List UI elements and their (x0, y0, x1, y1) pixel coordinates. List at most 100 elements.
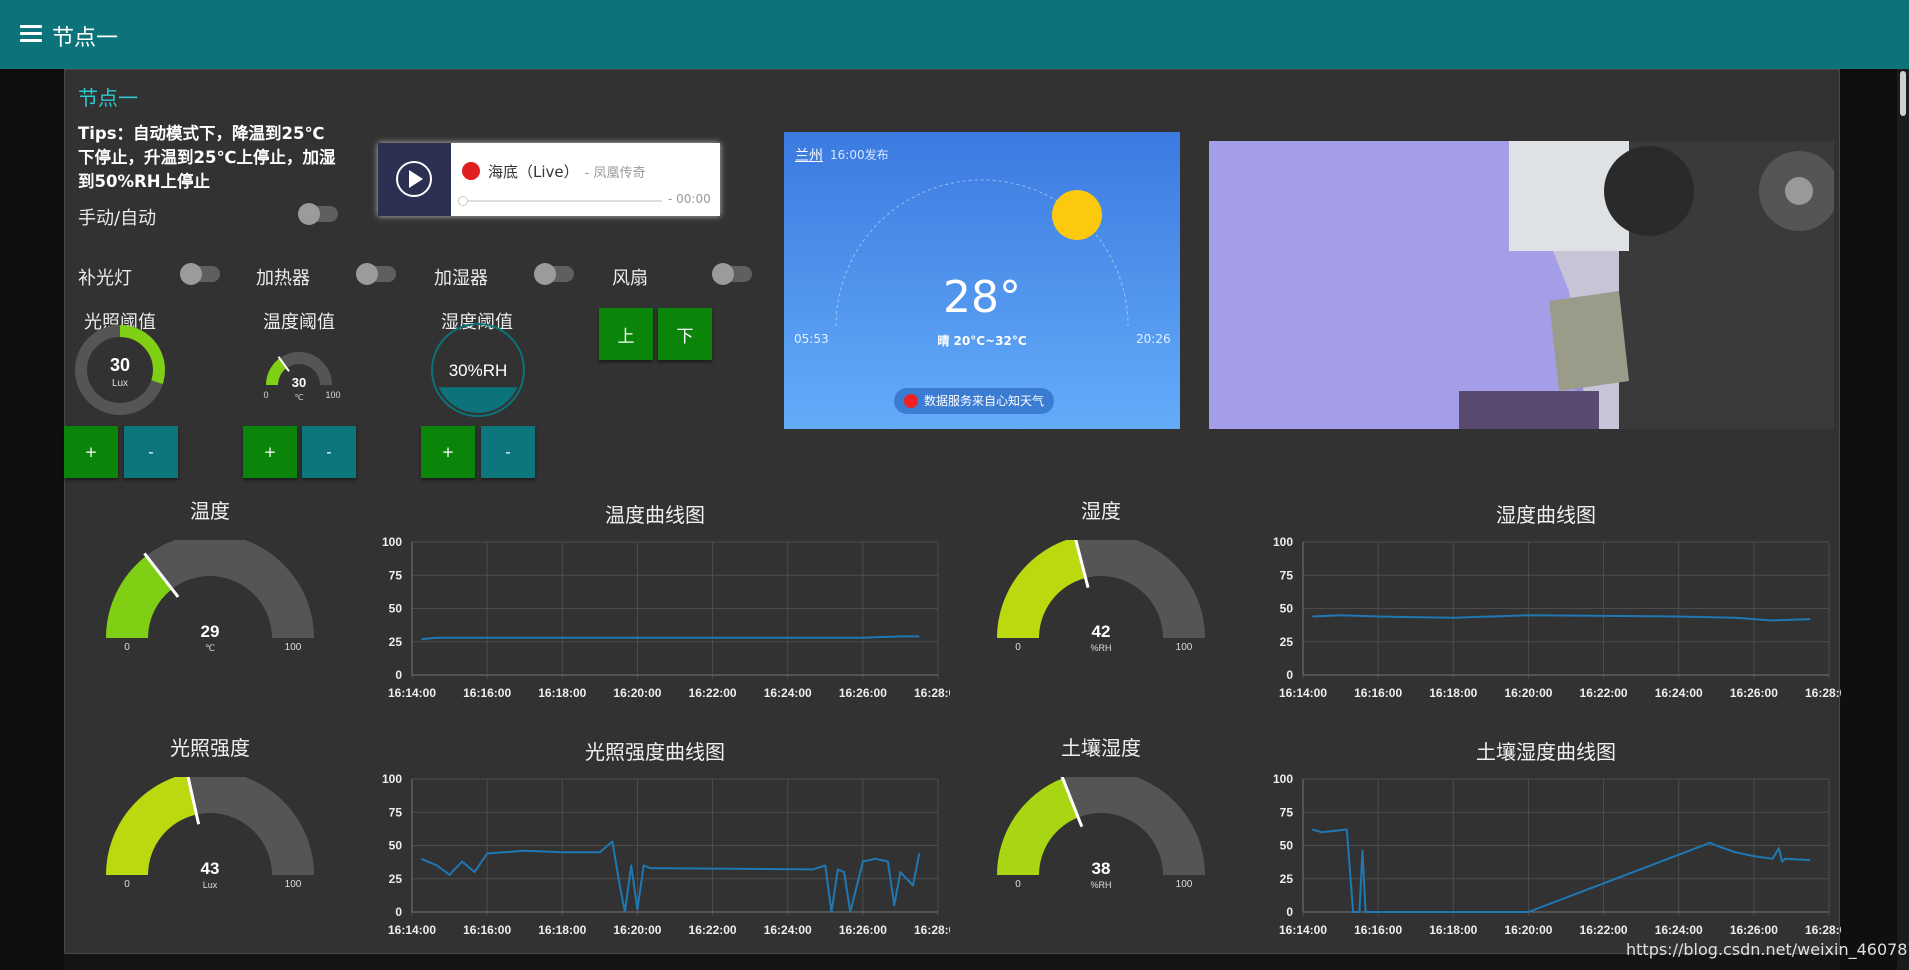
y-tick-label: 100 (382, 772, 402, 786)
watermark: https://blog.csdn.net/weixin_46078759 (1626, 940, 1909, 959)
x-tick-label: 16:16:00 (1354, 686, 1402, 700)
temp-threshold-label: 温度阈值 (263, 312, 335, 333)
y-tick-label: 100 (382, 535, 402, 549)
switch-label-fill-light: 补光灯 (78, 268, 132, 289)
progress-handle[interactable] (458, 196, 468, 206)
x-tick-label: 16:22:00 (689, 923, 737, 937)
series-line (1312, 828, 1811, 913)
soil-line-chart: 0 25 50 75 100 16:14:00 16:16:00 16:18:00 16:20:… (1273, 772, 1841, 937)
y-tick-label: 50 (389, 602, 403, 616)
gauge-unit: %RH (1090, 880, 1111, 890)
button-label: 下 (676, 326, 694, 347)
x-tick-label: 16:26:00 (839, 686, 887, 700)
album-cover-image[interactable] (378, 143, 451, 216)
x-tick-label: 16:18:00 (538, 686, 586, 700)
song-time: - 00:00 (668, 192, 711, 206)
progress-bar[interactable] (462, 200, 662, 202)
weather-city-link[interactable]: 兰州 (795, 145, 823, 165)
gauge-min-label: 0 (1015, 642, 1021, 653)
music-player: 海底（Live） - 凤凰传奇 - 00:00 (378, 143, 720, 216)
gauge-unit: ℃ (205, 643, 215, 653)
temp-threshold-max: 100 (325, 390, 340, 400)
button-label: + (84, 443, 98, 461)
tips-text: Tips：自动模式下，降温到25℃下停止，升温到25℃上停止，加湿到50%RH上… (78, 124, 336, 191)
y-tick-label: 25 (389, 872, 403, 886)
gauge-unit: %RH (1090, 643, 1111, 653)
light-threshold-plus-button[interactable]: + (64, 426, 118, 478)
temperature-line-chart: 0 25 50 75 100 16:14:00 16:16:00 16:18:00 16:20:… (382, 535, 950, 700)
light-gauge-title: 光照强度 (170, 736, 250, 760)
humidity-gauge: 42 %RH 0 100 (997, 540, 1205, 653)
x-tick-label: 16:28:00 (914, 686, 950, 700)
weather-source-link[interactable]: 数据服务来自心知天气 (894, 388, 1055, 414)
humidity-threshold-tank: 30%RH (431, 323, 525, 417)
y-tick-label: 25 (1280, 635, 1294, 649)
hamburger-menu-icon[interactable] (20, 25, 42, 43)
button-label: + (441, 443, 455, 461)
gauge-max-label: 100 (285, 879, 302, 890)
gauge-unit: Lux (203, 880, 218, 890)
x-tick-label: 16:26:00 (1730, 923, 1778, 937)
weather-widget: 兰州 16:00发布 28° 晴 20°C~32°C 05:53 20:26 数… (784, 132, 1180, 429)
y-tick-label: 0 (395, 668, 402, 682)
switch-label-heater: 加热器 (256, 268, 310, 289)
x-tick-label: 16:18:00 (538, 923, 586, 937)
humidifier-toggle[interactable] (534, 263, 574, 285)
x-tick-label: 16:28:00 (1805, 923, 1841, 937)
up-button[interactable]: 上 (599, 308, 653, 360)
switch-label-humidifier: 加湿器 (434, 268, 488, 289)
play-icon[interactable] (378, 143, 451, 216)
light-threshold-minus-button[interactable]: - (124, 426, 178, 478)
fill-light-toggle[interactable] (180, 263, 220, 285)
group-title: 节点一 (78, 86, 138, 110)
x-tick-label: 16:14:00 (1279, 923, 1327, 937)
mode-toggle[interactable] (298, 203, 338, 225)
toggle-knob (180, 263, 202, 285)
y-tick-label: 50 (1280, 839, 1294, 853)
gauge-value: 42 (1092, 622, 1111, 641)
button-label: - (505, 443, 511, 461)
x-tick-label: 16:16:00 (463, 686, 511, 700)
temp-threshold-value: 30 (292, 375, 306, 390)
toggle-knob (356, 263, 378, 285)
humidity-threshold-minus-button[interactable]: - (481, 426, 535, 478)
series-line (1312, 614, 1811, 622)
camera-frame (1209, 141, 1834, 429)
song-title: 海底（Live） - 凤凰传奇 (488, 161, 645, 182)
x-tick-label: 16:20:00 (1504, 686, 1552, 700)
song-name: 海底（Live） (488, 163, 579, 181)
x-tick-label: 16:16:00 (463, 923, 511, 937)
light-chart-title: 光照强度曲线图 (585, 740, 725, 764)
down-button[interactable]: 下 (658, 308, 712, 360)
temp-threshold-plus-button[interactable]: + (243, 426, 297, 478)
temp-threshold-minus-button[interactable]: - (302, 426, 356, 478)
temperature-chart-title: 温度曲线图 (605, 503, 705, 527)
x-tick-label: 16:26:00 (1730, 686, 1778, 700)
sunrise-time: 05:53 (794, 332, 829, 346)
gauge-fill (997, 540, 1086, 638)
y-tick-label: 25 (389, 635, 403, 649)
switch-label-fan: 风扇 (612, 268, 648, 289)
y-tick-label: 75 (389, 568, 403, 582)
fan-toggle[interactable] (712, 263, 752, 285)
mode-label: 手动/自动 (78, 208, 157, 229)
y-tick-label: 100 (1273, 535, 1293, 549)
x-tick-label: 16:14:00 (1279, 686, 1327, 700)
scrollbar[interactable] (1897, 69, 1909, 970)
humidity-threshold-plus-button[interactable]: + (421, 426, 475, 478)
camera-feed-image (1209, 141, 1834, 429)
scrollbar-thumb[interactable] (1900, 71, 1906, 116)
gauge-value: 43 (201, 859, 220, 878)
x-tick-label: 16:22:00 (1580, 923, 1628, 937)
humidity-chart-title: 湿度曲线图 (1496, 503, 1596, 527)
weather-source-text: 数据服务来自心知天气 (924, 394, 1045, 408)
weather-range: 晴 20°C~32°C (937, 334, 1027, 348)
x-tick-label: 16:28:00 (1805, 686, 1841, 700)
temperature-gauge: 29 ℃ 0 100 (106, 540, 314, 653)
toggle-knob (534, 263, 556, 285)
weather-published-time: 16:00发布 (830, 148, 889, 162)
y-tick-label: 0 (1286, 668, 1293, 682)
gauge-value: 29 (201, 622, 220, 641)
x-tick-label: 16:28:00 (914, 923, 950, 937)
heater-toggle[interactable] (356, 263, 396, 285)
